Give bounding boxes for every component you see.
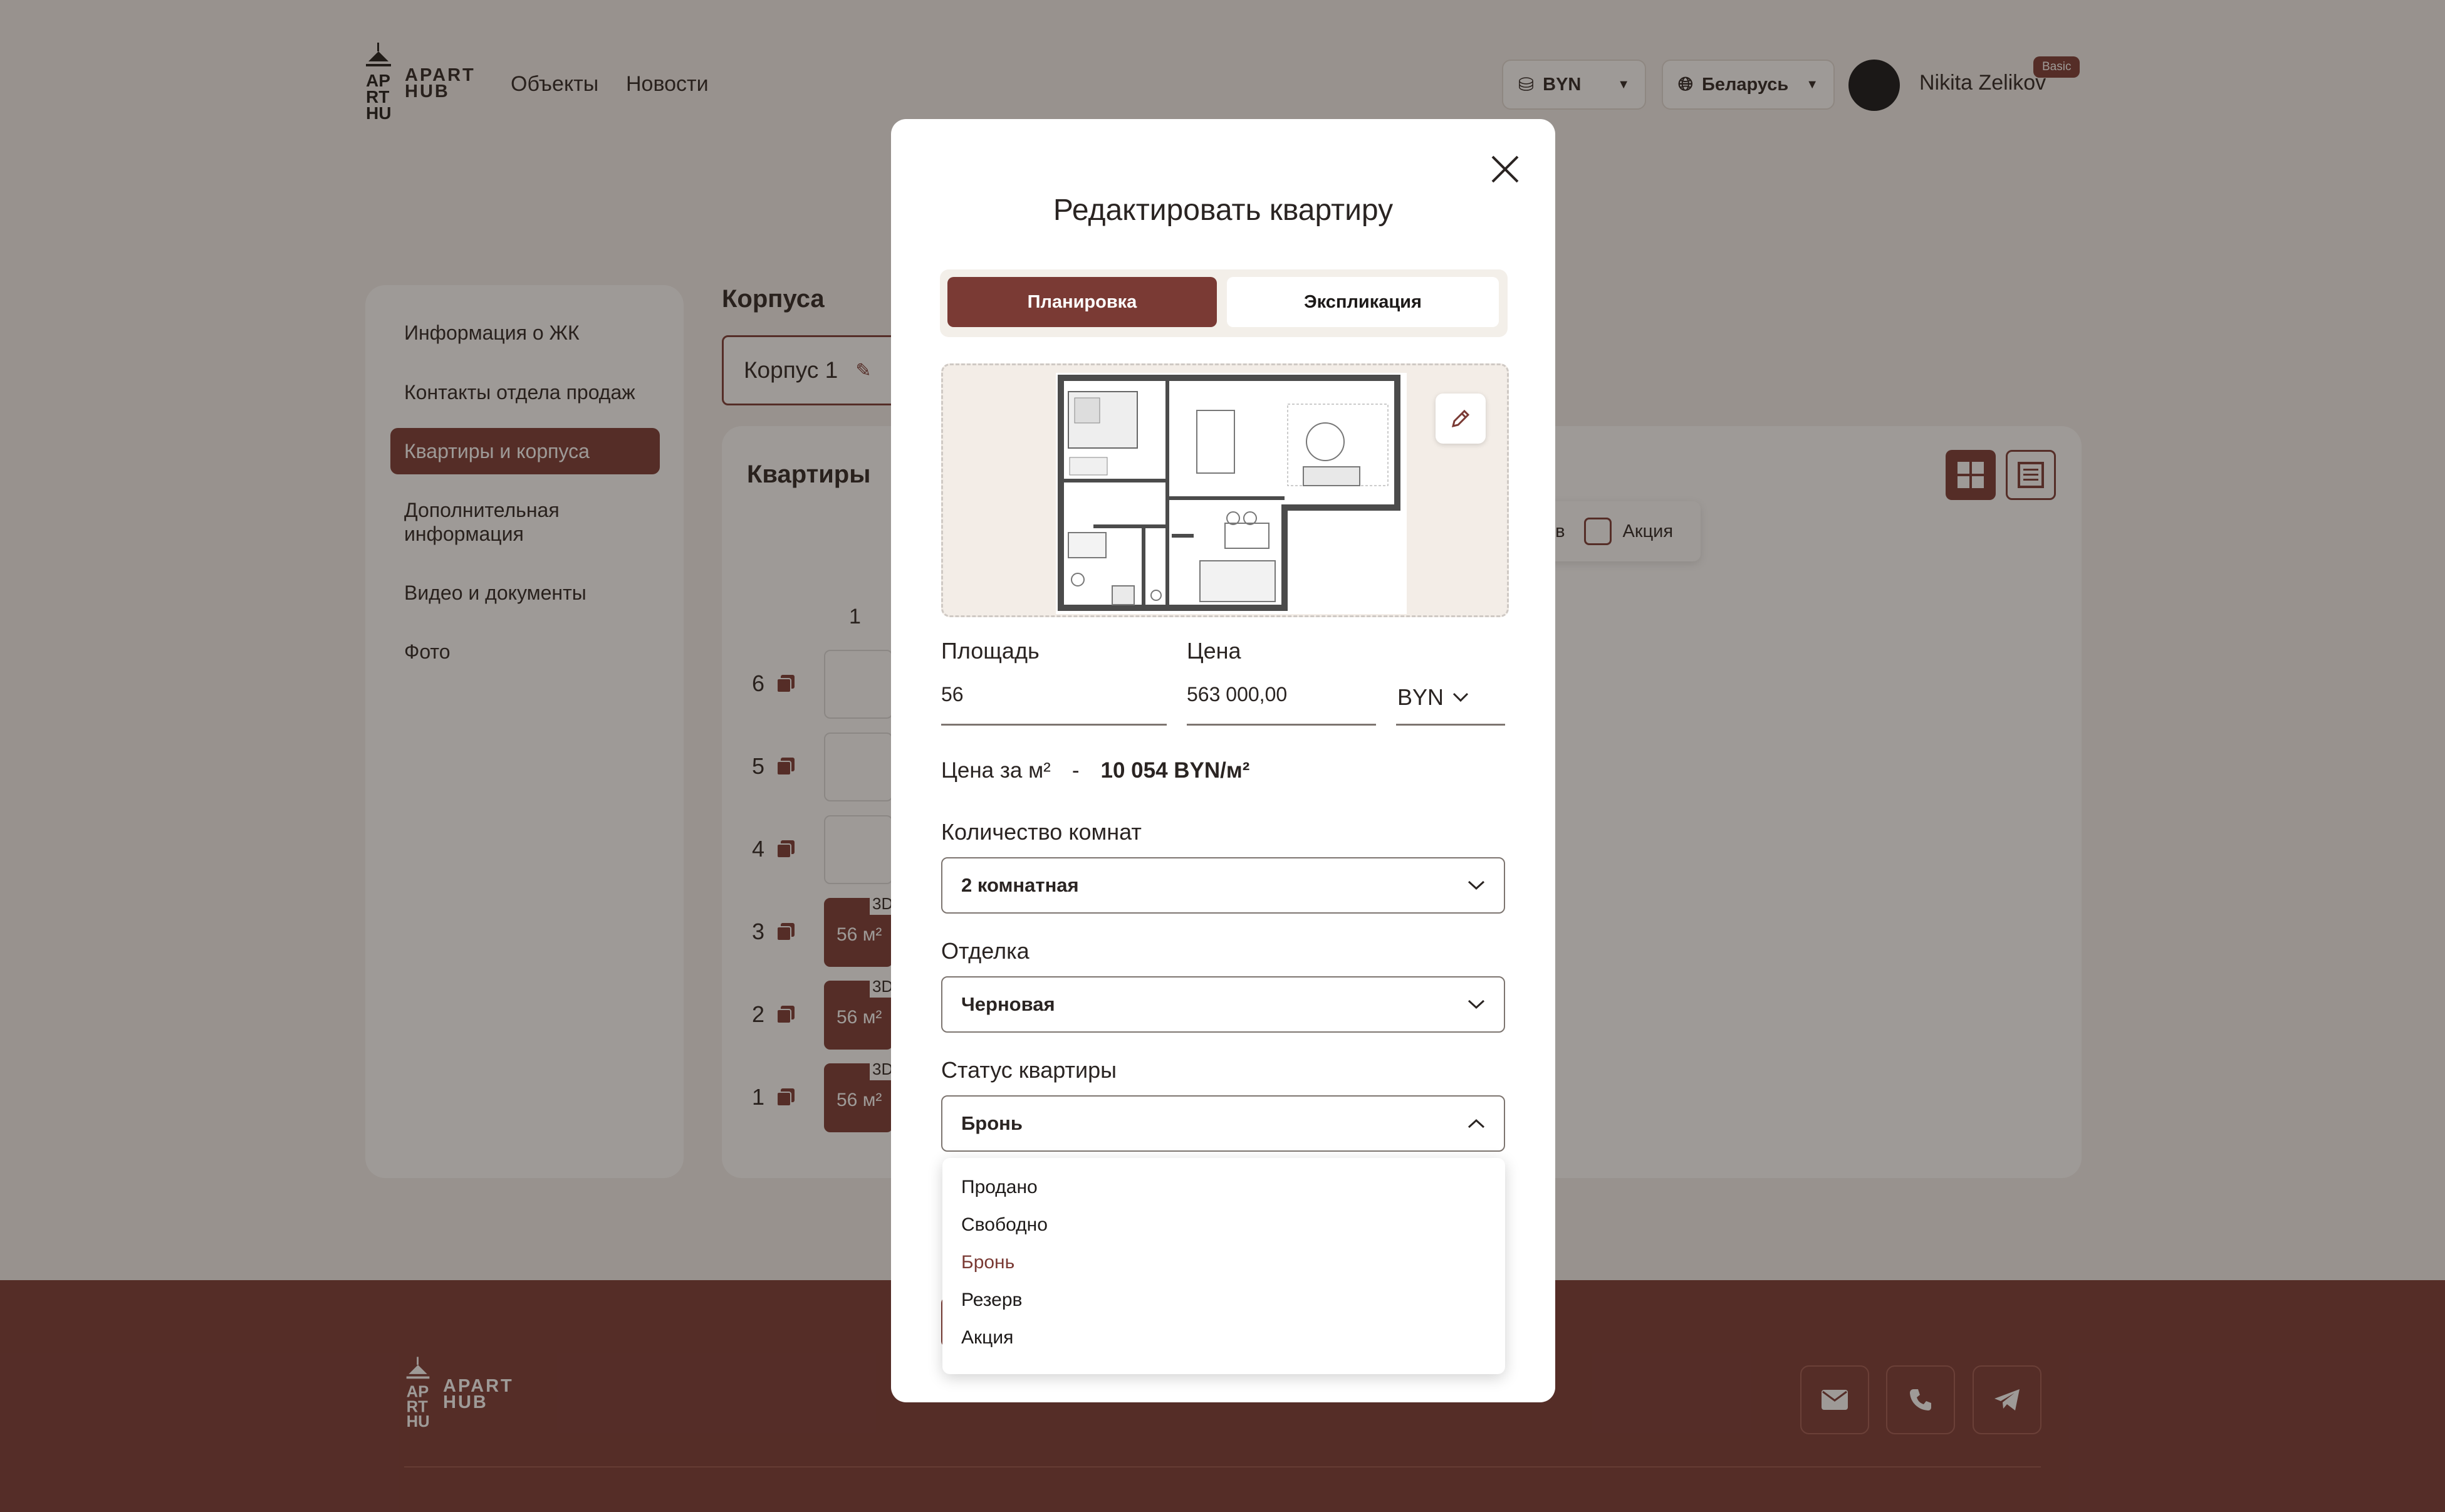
chevron-down-icon xyxy=(1468,999,1485,1009)
price-currency-value: BYN xyxy=(1397,684,1444,710)
floor-plan-image xyxy=(1056,373,1407,614)
currency-underline xyxy=(1396,724,1505,726)
status-dropdown: Продано Свободно Бронь Резерв Акция xyxy=(942,1158,1505,1374)
tab-explication[interactable]: Экспликация xyxy=(1227,277,1499,327)
area-label: Площадь xyxy=(941,638,1040,664)
price-per-m2-row: Цена за м² - 10 054 BYN/м² xyxy=(941,758,1249,783)
status-option-reserve[interactable]: Резерв xyxy=(961,1290,1022,1311)
price-per-m2-value: 10 054 BYN/м² xyxy=(1100,758,1250,783)
modal-title: Редактировать квартиру xyxy=(1053,194,1394,227)
status-option-sold[interactable]: Продано xyxy=(961,1177,1038,1198)
chevron-down-icon xyxy=(1452,692,1469,702)
status-label: Статус квартиры xyxy=(941,1057,1117,1083)
tab-layout[interactable]: Планировка xyxy=(947,277,1217,327)
close-icon[interactable] xyxy=(1489,154,1521,185)
area-underline xyxy=(941,724,1167,726)
area-input[interactable]: 56 xyxy=(941,683,964,706)
price-input[interactable]: 563 000,00 xyxy=(1187,683,1287,706)
status-option-free[interactable]: Свободно xyxy=(961,1214,1048,1236)
chevron-down-icon xyxy=(1468,880,1485,890)
rooms-label: Количество комнат xyxy=(941,819,1142,845)
edit-apartment-modal: Редактировать квартиру Планировка Экспли… xyxy=(891,119,1555,1402)
status-value: Бронь xyxy=(961,1112,1023,1134)
finish-value: Черновая xyxy=(961,993,1055,1015)
price-per-m2-dash: - xyxy=(1071,758,1080,783)
price-label: Цена xyxy=(1187,638,1241,664)
finish-select[interactable]: Черновая xyxy=(941,976,1505,1033)
modal-tabs: Планировка Экспликация xyxy=(940,269,1508,337)
rooms-select[interactable]: 2 комнатная xyxy=(941,857,1505,914)
rooms-value: 2 комнатная xyxy=(961,874,1079,896)
floor-plan-dropzone[interactable] xyxy=(941,363,1509,617)
chevron-up-icon xyxy=(1468,1118,1485,1129)
price-currency-select[interactable]: BYN xyxy=(1397,684,1469,711)
status-option-booked[interactable]: Бронь xyxy=(961,1252,1014,1273)
price-underline xyxy=(1187,724,1376,726)
status-select[interactable]: Бронь xyxy=(941,1095,1505,1152)
page: AP RT HU APART HUB Объекты Новости ⛁ BYN… xyxy=(0,0,2445,1512)
status-option-promo[interactable]: Акция xyxy=(961,1327,1013,1348)
finish-label: Отделка xyxy=(941,938,1030,964)
price-per-m2-label: Цена за м² xyxy=(941,758,1051,783)
pencil-icon xyxy=(1451,409,1470,428)
edit-plan-button[interactable] xyxy=(1436,394,1486,444)
